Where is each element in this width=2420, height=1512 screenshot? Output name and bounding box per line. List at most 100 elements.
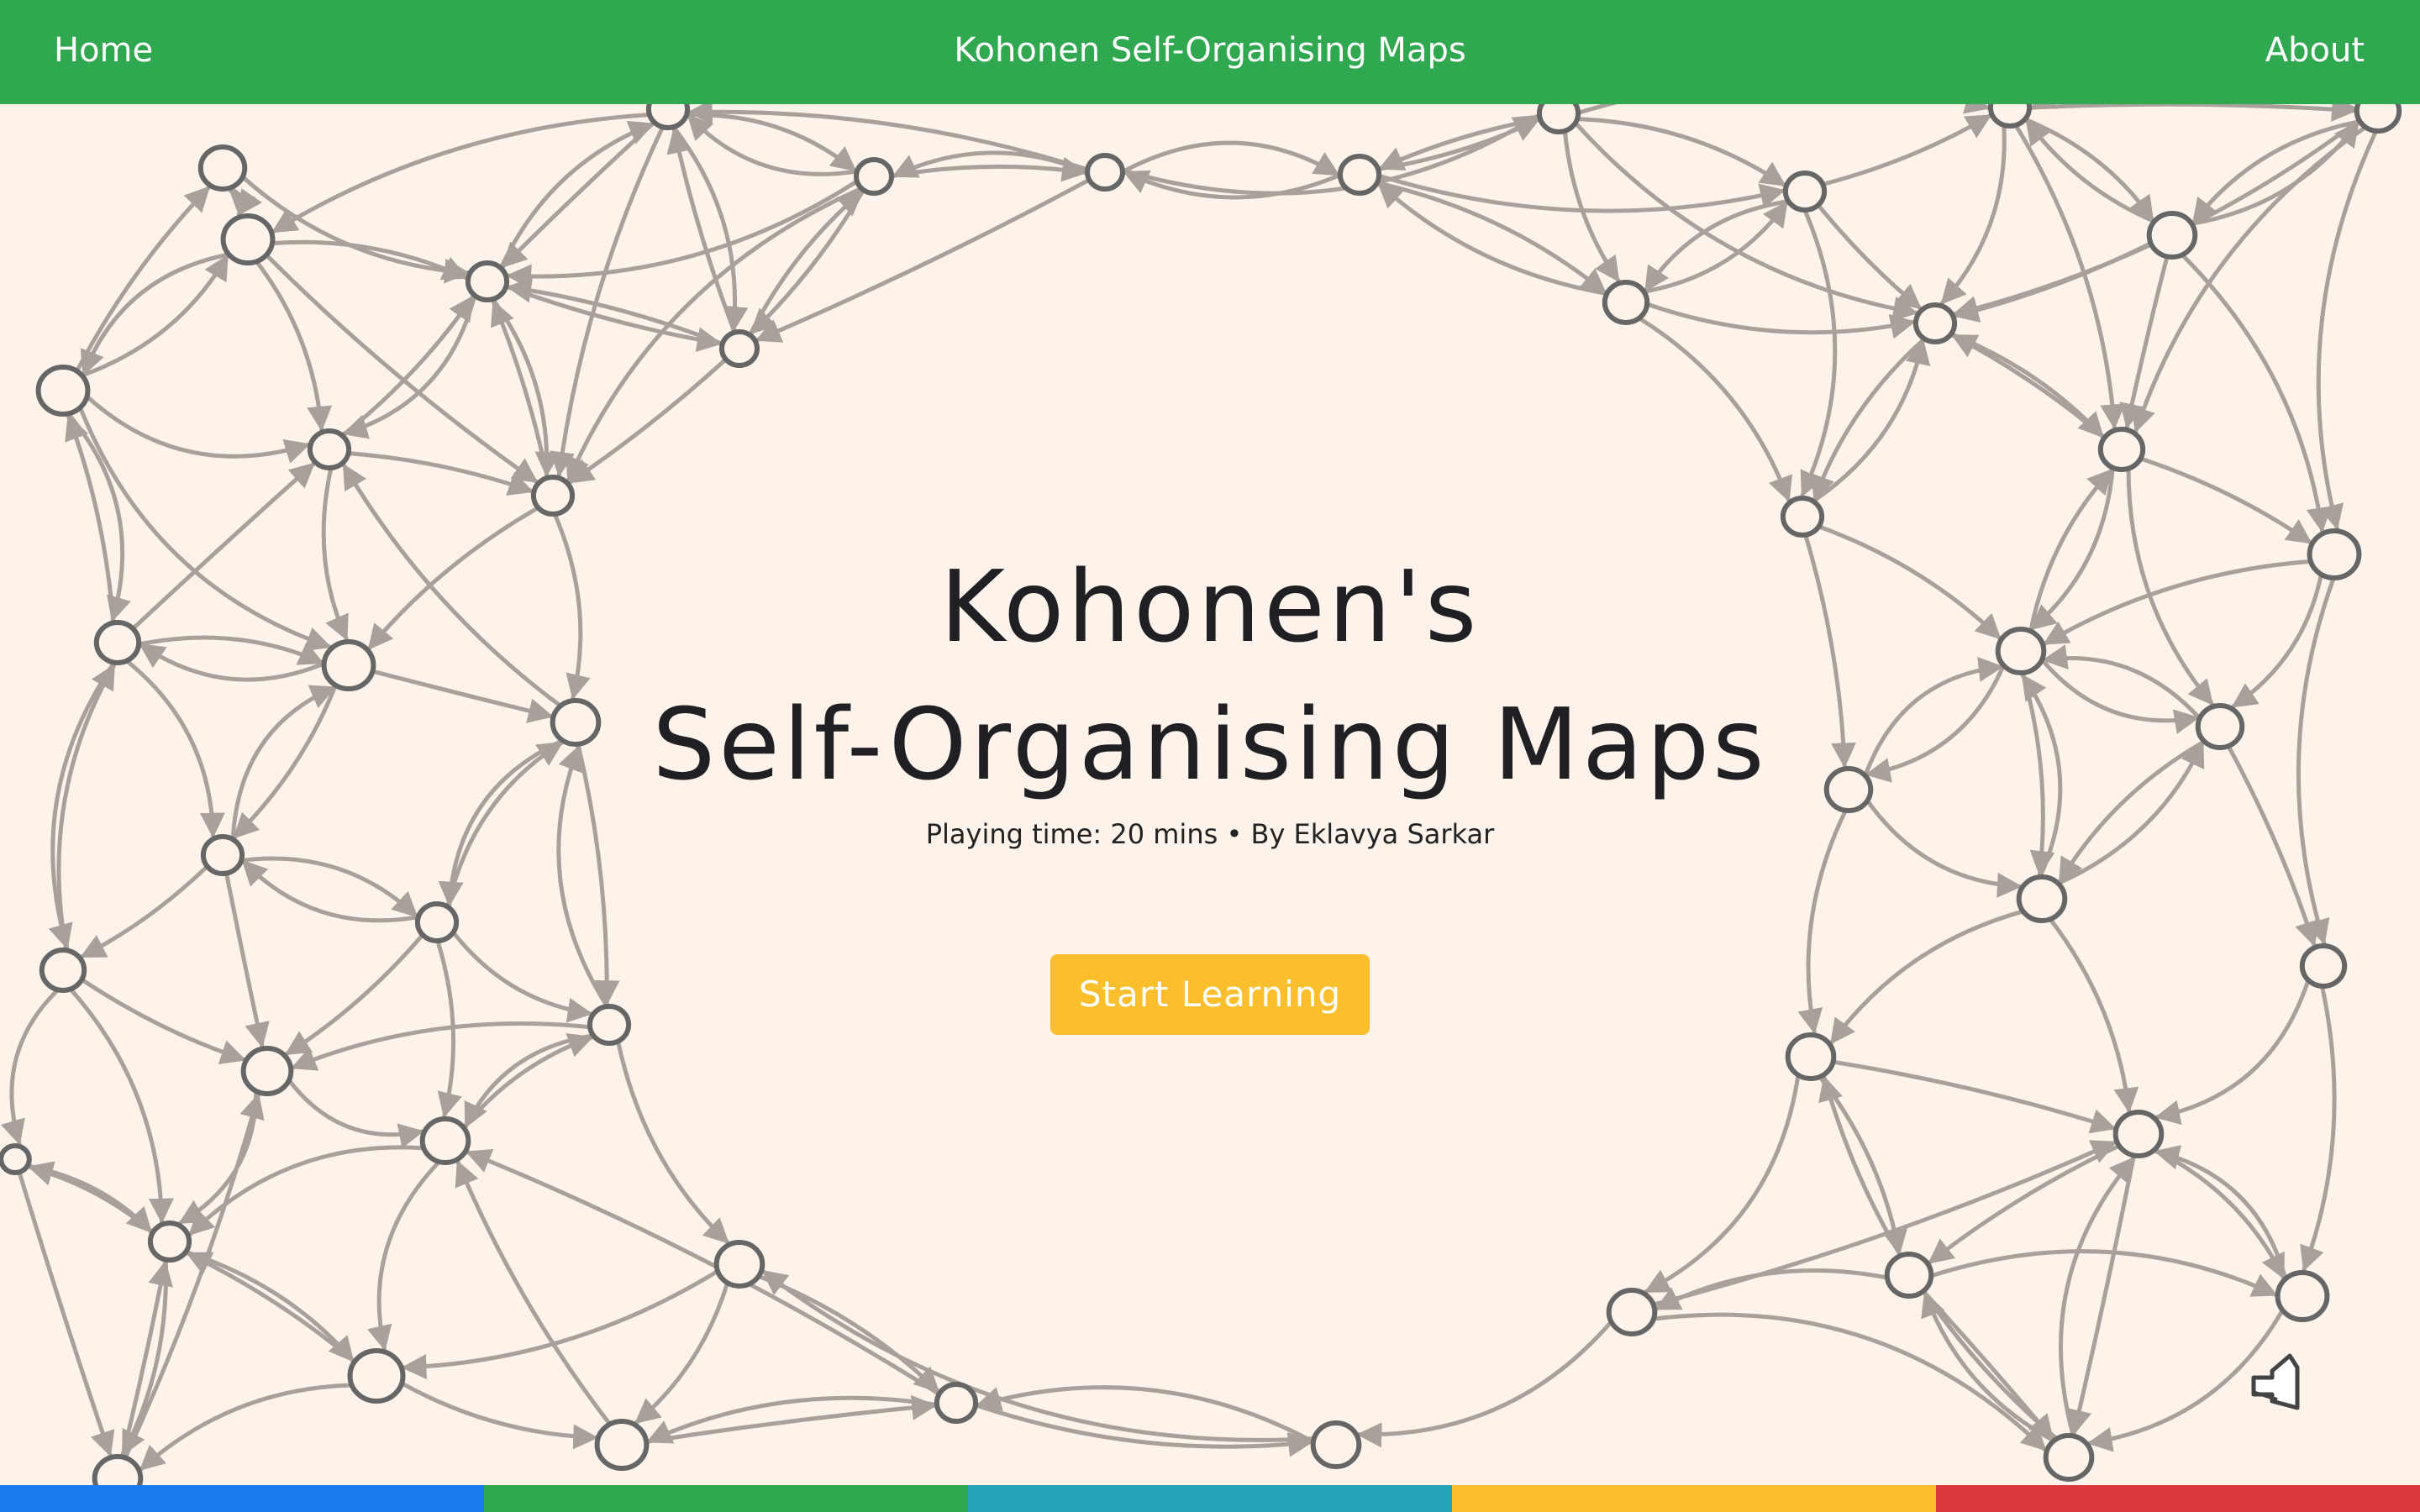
network-node [1780, 496, 1825, 538]
network-node [594, 1419, 650, 1471]
footer-segment-red [1936, 1485, 2420, 1512]
hero-title-line-1: Kohonen's [939, 549, 1481, 664]
start-learning-button[interactable]: Start Learning [1050, 954, 1370, 1035]
network-node [2275, 1270, 2330, 1322]
network-edge [1374, 181, 1607, 295]
nav-about-link[interactable]: About [2265, 25, 2365, 76]
hero-title-line-2: Self-Organising Maps [652, 686, 1768, 802]
network-node [197, 144, 248, 192]
network-node [2112, 1110, 2165, 1158]
network-node [530, 475, 576, 517]
network-edge [1636, 316, 1793, 502]
hero-section: Kohonen's Self-Organising Maps Playing t… [0, 538, 2420, 1035]
network-edge [1829, 1059, 2117, 1134]
network-edge [755, 177, 1092, 343]
network-edge [463, 1033, 597, 1129]
network-edge [1928, 1143, 2123, 1265]
network-edge [755, 1273, 940, 1394]
network-edge [1119, 113, 1539, 196]
network-edge [1810, 336, 1928, 501]
network-edge [1928, 1249, 2278, 1297]
network-edge [506, 277, 726, 347]
network-edge [1818, 1075, 2060, 1441]
nav-home-link[interactable]: Home [54, 25, 153, 76]
network-edge [254, 259, 333, 432]
network-edge [178, 1088, 259, 1225]
network-edge [747, 190, 864, 338]
network-node [1785, 1032, 1837, 1081]
network-edge [339, 295, 475, 438]
network-edge [2138, 456, 2312, 545]
network-edge [1655, 1268, 1891, 1311]
network-edge [182, 1249, 355, 1362]
footer-segment-green [484, 1485, 968, 1512]
network-edge [1819, 113, 1992, 187]
network-edge [1644, 199, 1791, 292]
network-edge [27, 1161, 156, 1236]
network-edge [2059, 1156, 2136, 1439]
network-node [1912, 302, 1958, 344]
network-edge [2180, 252, 2332, 533]
network-edge [1375, 118, 1540, 172]
network-node [1606, 1288, 1658, 1336]
network-edge [1650, 1312, 2048, 1452]
network-edge [1356, 1319, 1614, 1448]
network-node [2146, 211, 2198, 260]
network-edge [567, 356, 729, 485]
network-edge [460, 1033, 594, 1131]
footer-segment-teal [968, 1485, 1452, 1512]
network-node [35, 365, 91, 417]
network-edge [506, 178, 860, 290]
network-node [419, 1116, 471, 1165]
network-edge [1940, 123, 2007, 305]
network-edge [2024, 118, 2158, 224]
network-edge [239, 174, 471, 284]
hero-title: Kohonen's Self-Organising Maps [0, 538, 2420, 813]
network-edge [1574, 117, 1786, 187]
network-node [2097, 427, 2146, 472]
network-edge [286, 1077, 425, 1148]
network-node [854, 157, 894, 196]
network-edge [24, 1163, 153, 1234]
network-edge [1800, 207, 1838, 497]
network-node [2043, 1433, 2095, 1482]
network-edge [79, 254, 229, 378]
network-edge [341, 292, 477, 439]
network-edge [398, 1380, 599, 1450]
network-node [1602, 280, 1650, 325]
network-edge [1644, 302, 1916, 339]
network-edge [616, 1038, 730, 1245]
network-edge [1950, 333, 2107, 441]
network-edge [634, 1280, 730, 1425]
network-edge [2131, 124, 2369, 433]
network-edge [502, 284, 723, 353]
network-node [934, 1382, 979, 1424]
network-node [465, 260, 510, 302]
network-node [719, 329, 760, 368]
network-edge [367, 1159, 442, 1352]
network-node [240, 1046, 294, 1096]
network-edge [1119, 140, 1340, 177]
network-edge [491, 300, 550, 480]
footer-segment-yellow [1452, 1485, 1936, 1512]
network-edge [888, 156, 1087, 182]
top-navigation-bar: Home Kohonen Self-Organising Maps About [0, 0, 2420, 104]
network-node [147, 1221, 192, 1263]
network-edge [1948, 331, 2105, 438]
network-edge [1640, 201, 1789, 294]
network-edge [80, 252, 232, 376]
network-edge [139, 1383, 355, 1472]
network-edge [17, 1169, 115, 1457]
network-edge [1562, 129, 1621, 283]
network-node [1782, 171, 1828, 213]
network-edge [271, 113, 653, 234]
network-edge [2026, 96, 2357, 122]
network-edge [83, 393, 311, 464]
footer-segment-blue [0, 1485, 484, 1512]
network-node [713, 1240, 765, 1289]
network-node [1337, 154, 1382, 196]
network-edge [1644, 1072, 1801, 1294]
network-node [307, 428, 352, 470]
footer-color-bar [0, 1485, 2420, 1512]
network-node [220, 213, 276, 265]
